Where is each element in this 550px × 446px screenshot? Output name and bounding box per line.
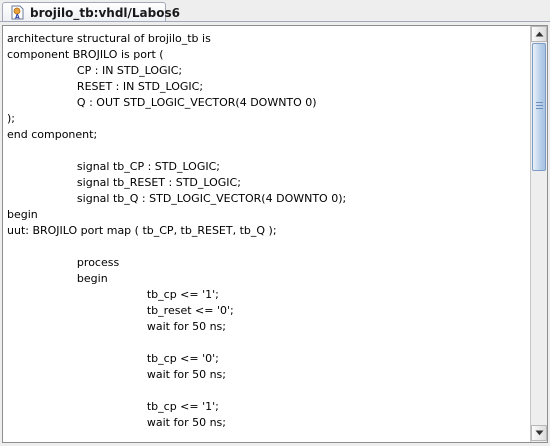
code-line: RESET : IN STD_LOGIC;	[7, 80, 204, 93]
code-line: wait for 50 ns;	[7, 320, 226, 333]
scroll-up-button[interactable]	[531, 26, 547, 42]
code-line: signal tb_CP : STD_LOGIC;	[7, 160, 220, 173]
tab-label: brojilo_tb:vhdl/Labos6	[30, 6, 180, 20]
code-line: process	[7, 256, 120, 269]
code-line: component BROJILO is port (	[7, 48, 164, 61]
code-line: tb_cp <= '1';	[7, 288, 219, 301]
thumb-grip	[536, 102, 543, 103]
code-line: begin	[7, 272, 108, 285]
svg-text:A: A	[15, 14, 20, 21]
code-line: tb_cp <= '1';	[7, 400, 219, 413]
code-line: signal tb_RESET : STD_LOGIC;	[7, 176, 241, 189]
vertical-scrollbar[interactable]	[530, 26, 547, 442]
code-line: CP : IN STD_LOGIC;	[7, 64, 183, 77]
code-line: );	[7, 112, 15, 125]
vhdl-file-icon: A	[11, 5, 25, 21]
code-line: uut: BROJILO port map ( tb_CP, tb_RESET,…	[7, 224, 277, 237]
code-line: wait for 50 ns;	[7, 368, 226, 381]
code-line: tb_reset <= '0';	[7, 304, 234, 317]
code-editor-frame: architecture structural of brojilo_tb is…	[2, 25, 548, 443]
thumb-grip	[536, 105, 543, 106]
code-line: tb_cp <= '0';	[7, 352, 219, 365]
tab-strip-divider	[0, 21, 550, 22]
code-line: begin	[7, 208, 38, 221]
code-line: signal tb_Q : STD_LOGIC_VECTOR(4 DOWNTO …	[7, 192, 347, 205]
code-line: architecture structural of brojilo_tb is	[7, 32, 211, 45]
tab-brojilo-tb[interactable]: A brojilo_tb:vhdl/Labos6	[2, 2, 180, 22]
thumb-grip	[536, 108, 543, 109]
scroll-thumb[interactable]	[532, 43, 546, 171]
arrow-up-icon	[535, 31, 544, 37]
scroll-down-button[interactable]	[531, 425, 547, 441]
code-line: wait for 50 ns;	[7, 416, 226, 429]
arrow-down-icon	[535, 430, 544, 436]
code-line: end component;	[7, 128, 98, 141]
code-line: Q : OUT STD_LOGIC_VECTOR(4 DOWNTO 0)	[7, 96, 317, 109]
code-editor[interactable]: architecture structural of brojilo_tb is…	[3, 26, 530, 442]
